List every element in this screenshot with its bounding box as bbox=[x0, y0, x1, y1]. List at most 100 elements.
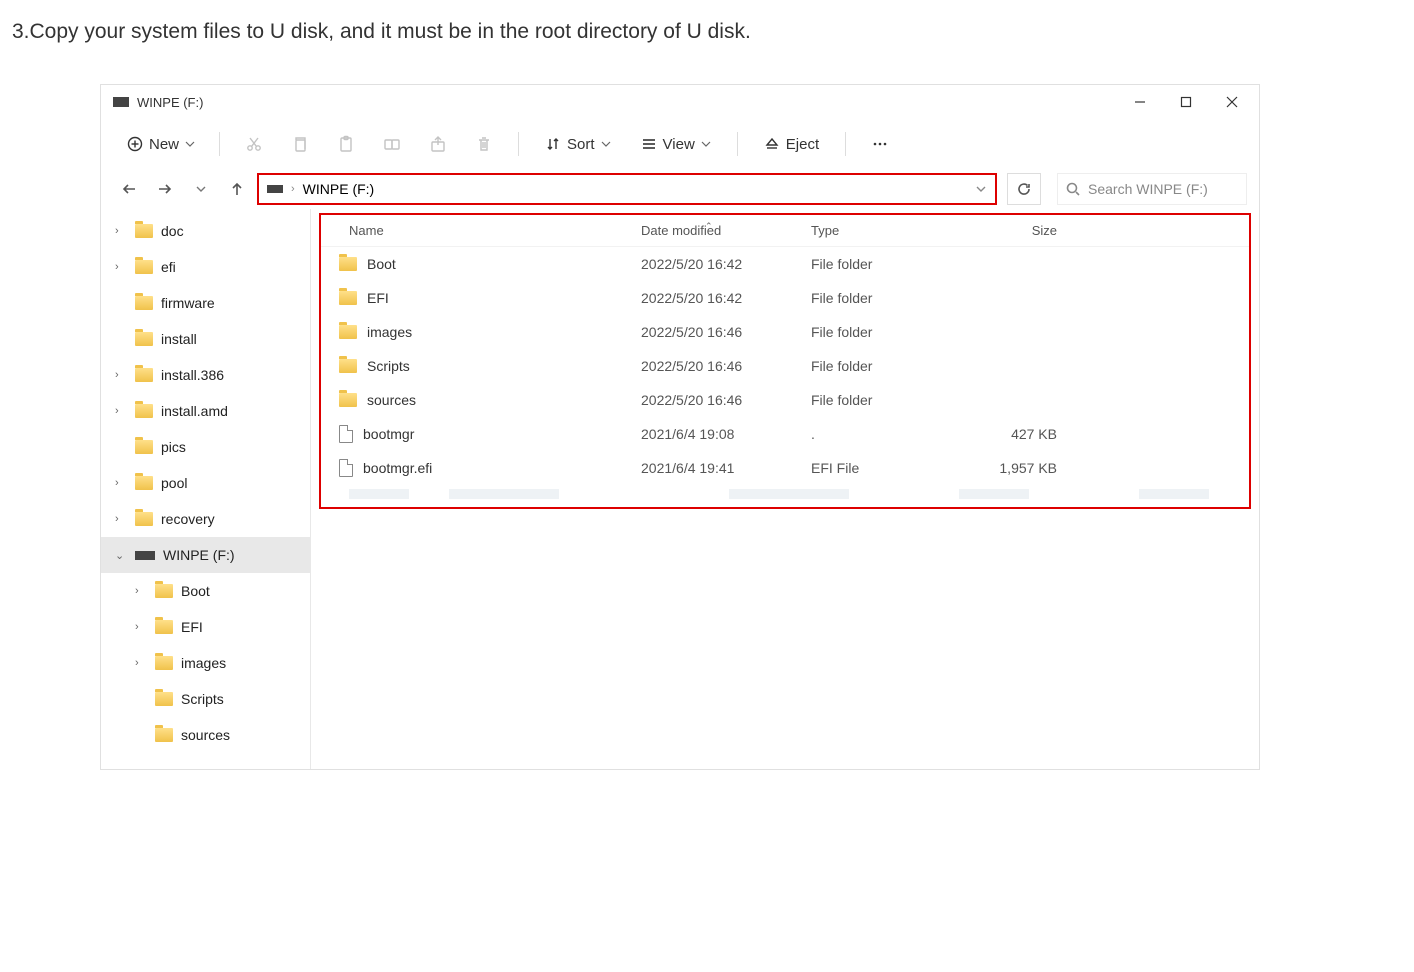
tree-item[interactable]: ›install bbox=[101, 321, 310, 357]
instruction-caption: 3.Copy your system files to U disk, and … bbox=[0, 0, 1414, 84]
expand-chevron-icon[interactable]: › bbox=[135, 657, 147, 669]
folder-icon bbox=[135, 440, 153, 454]
sort-indicator-icon: ⌃ bbox=[705, 221, 713, 232]
expand-chevron-icon[interactable]: › bbox=[115, 405, 127, 417]
folder-icon bbox=[339, 325, 357, 339]
tree-item-label: install bbox=[161, 331, 197, 347]
tree-item[interactable]: ⌄ WINPE (F:) bbox=[101, 537, 310, 573]
tree-item-label: Scripts bbox=[181, 691, 224, 707]
cell-type: File folder bbox=[811, 358, 961, 374]
tree-item[interactable]: ›sources bbox=[101, 717, 310, 753]
cell-name: EFI bbox=[321, 290, 641, 306]
tree-item-label: Boot bbox=[181, 583, 210, 599]
recent-dropdown[interactable] bbox=[185, 173, 217, 205]
cell-date: 2022/5/20 16:46 bbox=[641, 392, 811, 408]
back-button[interactable] bbox=[113, 173, 145, 205]
tree-item[interactable]: ›images bbox=[101, 645, 310, 681]
tree-item[interactable]: ›install.386 bbox=[101, 357, 310, 393]
column-date[interactable]: ⌃ Date modified bbox=[641, 223, 811, 238]
more-button[interactable] bbox=[860, 126, 900, 162]
explorer-body: ›doc›efi›firmware›install›install.386›in… bbox=[101, 209, 1259, 769]
column-name[interactable]: Name bbox=[321, 223, 641, 238]
cell-size: 427 KB bbox=[961, 426, 1081, 442]
tree-item[interactable]: › Boot bbox=[101, 573, 310, 609]
cell-type: File folder bbox=[811, 392, 961, 408]
refresh-button[interactable] bbox=[1007, 173, 1041, 205]
column-headers: Name ⌃ Date modified Type Size bbox=[321, 215, 1249, 247]
folder-icon bbox=[155, 692, 173, 706]
expand-chevron-icon[interactable]: › bbox=[115, 261, 127, 273]
rename-button[interactable] bbox=[372, 126, 412, 162]
file-row[interactable]: bootmgr.efi2021/6/4 19:41EFI File1,957 K… bbox=[321, 451, 1249, 485]
folder-icon bbox=[135, 512, 153, 526]
tree-item[interactable]: ›pool bbox=[101, 465, 310, 501]
file-row[interactable]: images2022/5/20 16:46File folder bbox=[321, 315, 1249, 349]
cut-button[interactable] bbox=[234, 126, 274, 162]
address-bar[interactable]: › WINPE (F:) bbox=[257, 173, 997, 205]
tree-item[interactable]: ›firmware bbox=[101, 285, 310, 321]
folder-icon bbox=[339, 393, 357, 407]
copy-button[interactable] bbox=[280, 126, 320, 162]
share-button[interactable] bbox=[418, 126, 458, 162]
cell-type: . bbox=[811, 426, 961, 442]
file-row[interactable]: sources 2022/5/20 16:46File folder bbox=[321, 383, 1249, 417]
minimize-button[interactable] bbox=[1117, 85, 1163, 119]
maximize-button[interactable] bbox=[1163, 85, 1209, 119]
expand-chevron-icon[interactable]: › bbox=[135, 621, 147, 633]
file-icon bbox=[339, 459, 353, 477]
forward-button[interactable] bbox=[149, 173, 181, 205]
paste-button[interactable] bbox=[326, 126, 366, 162]
view-label: View bbox=[663, 136, 695, 153]
tree-item[interactable]: ›doc bbox=[101, 213, 310, 249]
sort-button[interactable]: Sort bbox=[533, 130, 623, 159]
folder-icon bbox=[339, 257, 357, 271]
tree-item[interactable]: ›pics bbox=[101, 429, 310, 465]
file-name: bootmgr bbox=[363, 426, 414, 442]
search-icon bbox=[1066, 182, 1080, 196]
expand-chevron-icon[interactable]: › bbox=[135, 585, 147, 597]
eject-button[interactable]: Eject bbox=[752, 130, 831, 159]
close-button[interactable] bbox=[1209, 85, 1255, 119]
titlebar: WINPE (F:) bbox=[101, 85, 1259, 119]
file-row[interactable]: EFI2022/5/20 16:42File folder bbox=[321, 281, 1249, 315]
expand-chevron-icon[interactable]: ⌄ bbox=[115, 549, 127, 562]
column-type[interactable]: Type bbox=[811, 223, 961, 238]
file-row[interactable]: Boot2022/5/20 16:42File folder bbox=[321, 247, 1249, 281]
cell-name: bootmgr bbox=[321, 425, 641, 443]
tree-item[interactable]: ›EFI bbox=[101, 609, 310, 645]
cell-size: 1,957 KB bbox=[961, 460, 1081, 476]
new-button[interactable]: New bbox=[117, 130, 205, 159]
expand-chevron-icon[interactable]: › bbox=[115, 369, 127, 381]
file-name: bootmgr.efi bbox=[363, 460, 432, 476]
cell-type: File folder bbox=[811, 256, 961, 272]
folder-icon bbox=[155, 656, 173, 670]
content-pane: Name ⌃ Date modified Type Size Boot2022/… bbox=[311, 209, 1259, 769]
folder-icon bbox=[135, 404, 153, 418]
address-path: WINPE (F:) bbox=[303, 181, 375, 197]
tree-item[interactable]: › install.amd bbox=[101, 393, 310, 429]
tree-item[interactable]: ›Scripts bbox=[101, 681, 310, 717]
bottom-shadow bbox=[321, 489, 1249, 507]
view-button[interactable]: View bbox=[629, 130, 723, 159]
tree-item-label: recovery bbox=[161, 511, 215, 527]
toolbar: New Sort View bbox=[101, 119, 1259, 169]
expand-chevron-icon[interactable]: › bbox=[115, 225, 127, 237]
folder-icon bbox=[135, 296, 153, 310]
tree-item-label: efi bbox=[161, 259, 176, 275]
cell-date: 2022/5/20 16:46 bbox=[641, 358, 811, 374]
tree-item[interactable]: › recovery bbox=[101, 501, 310, 537]
delete-button[interactable] bbox=[464, 126, 504, 162]
tree-item[interactable]: › efi bbox=[101, 249, 310, 285]
file-row[interactable]: bootmgr2021/6/4 19:08.427 KB bbox=[321, 417, 1249, 451]
column-size[interactable]: Size bbox=[961, 223, 1081, 238]
file-row[interactable]: Scripts2022/5/20 16:46File folder bbox=[321, 349, 1249, 383]
chevron-down-icon[interactable] bbox=[975, 183, 987, 195]
up-button[interactable] bbox=[221, 173, 253, 205]
search-input[interactable]: Search WINPE (F:) bbox=[1057, 173, 1247, 205]
tree-item-label: firmware bbox=[161, 295, 215, 311]
tree-item-label: WINPE (F:) bbox=[163, 547, 235, 563]
tree-item-label: install.amd bbox=[161, 403, 228, 419]
expand-chevron-icon[interactable]: › bbox=[115, 477, 127, 489]
file-name: sources bbox=[367, 392, 416, 408]
expand-chevron-icon[interactable]: › bbox=[115, 513, 127, 525]
